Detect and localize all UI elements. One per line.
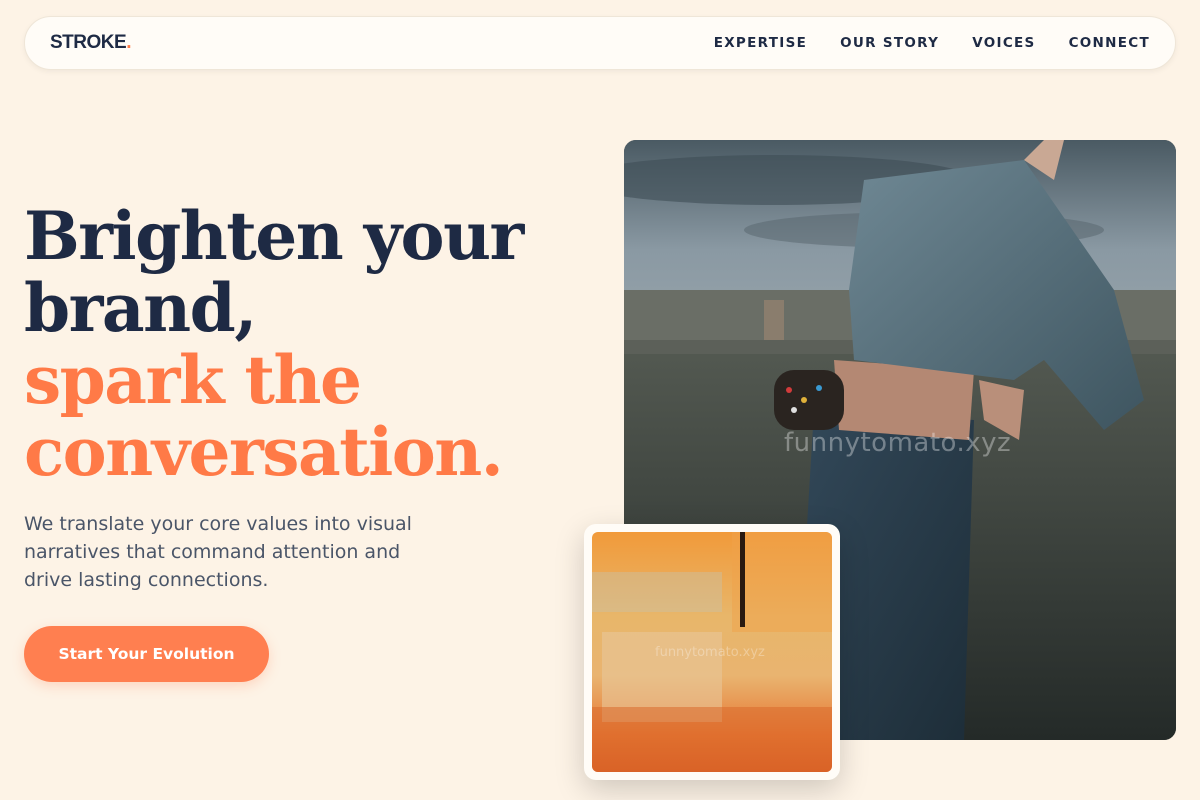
start-evolution-button[interactable]: Start Your Evolution <box>24 626 269 682</box>
top-navbar: STROKE. EXPERTISE OUR STORY VOICES CONNE… <box>24 16 1176 70</box>
hero-title-line-3: spark the <box>24 341 362 419</box>
nav-link-expertise[interactable]: EXPERTISE <box>714 35 807 51</box>
nav-link-voices[interactable]: VOICES <box>972 35 1035 51</box>
nav-link-our-story[interactable]: OUR STORY <box>840 35 939 51</box>
nav-link-connect[interactable]: CONNECT <box>1069 35 1150 51</box>
hero-title-line-1: Brighten your <box>24 197 524 275</box>
photo-watermark: funnytomato.xyz <box>784 428 1012 458</box>
hero-title: Brighten your brand, spark the conversat… <box>24 200 584 488</box>
brand-logo[interactable]: STROKE. <box>50 32 131 54</box>
hero-title-line-2: brand, <box>24 269 257 347</box>
painting-watermark: funnytomato.xyz <box>655 645 765 660</box>
nav-links: EXPERTISE OUR STORY VOICES CONNECT <box>681 35 1150 51</box>
hero-title-line-4: conversation. <box>24 413 504 491</box>
hero-subtitle: We translate your core values into visua… <box>24 513 412 591</box>
